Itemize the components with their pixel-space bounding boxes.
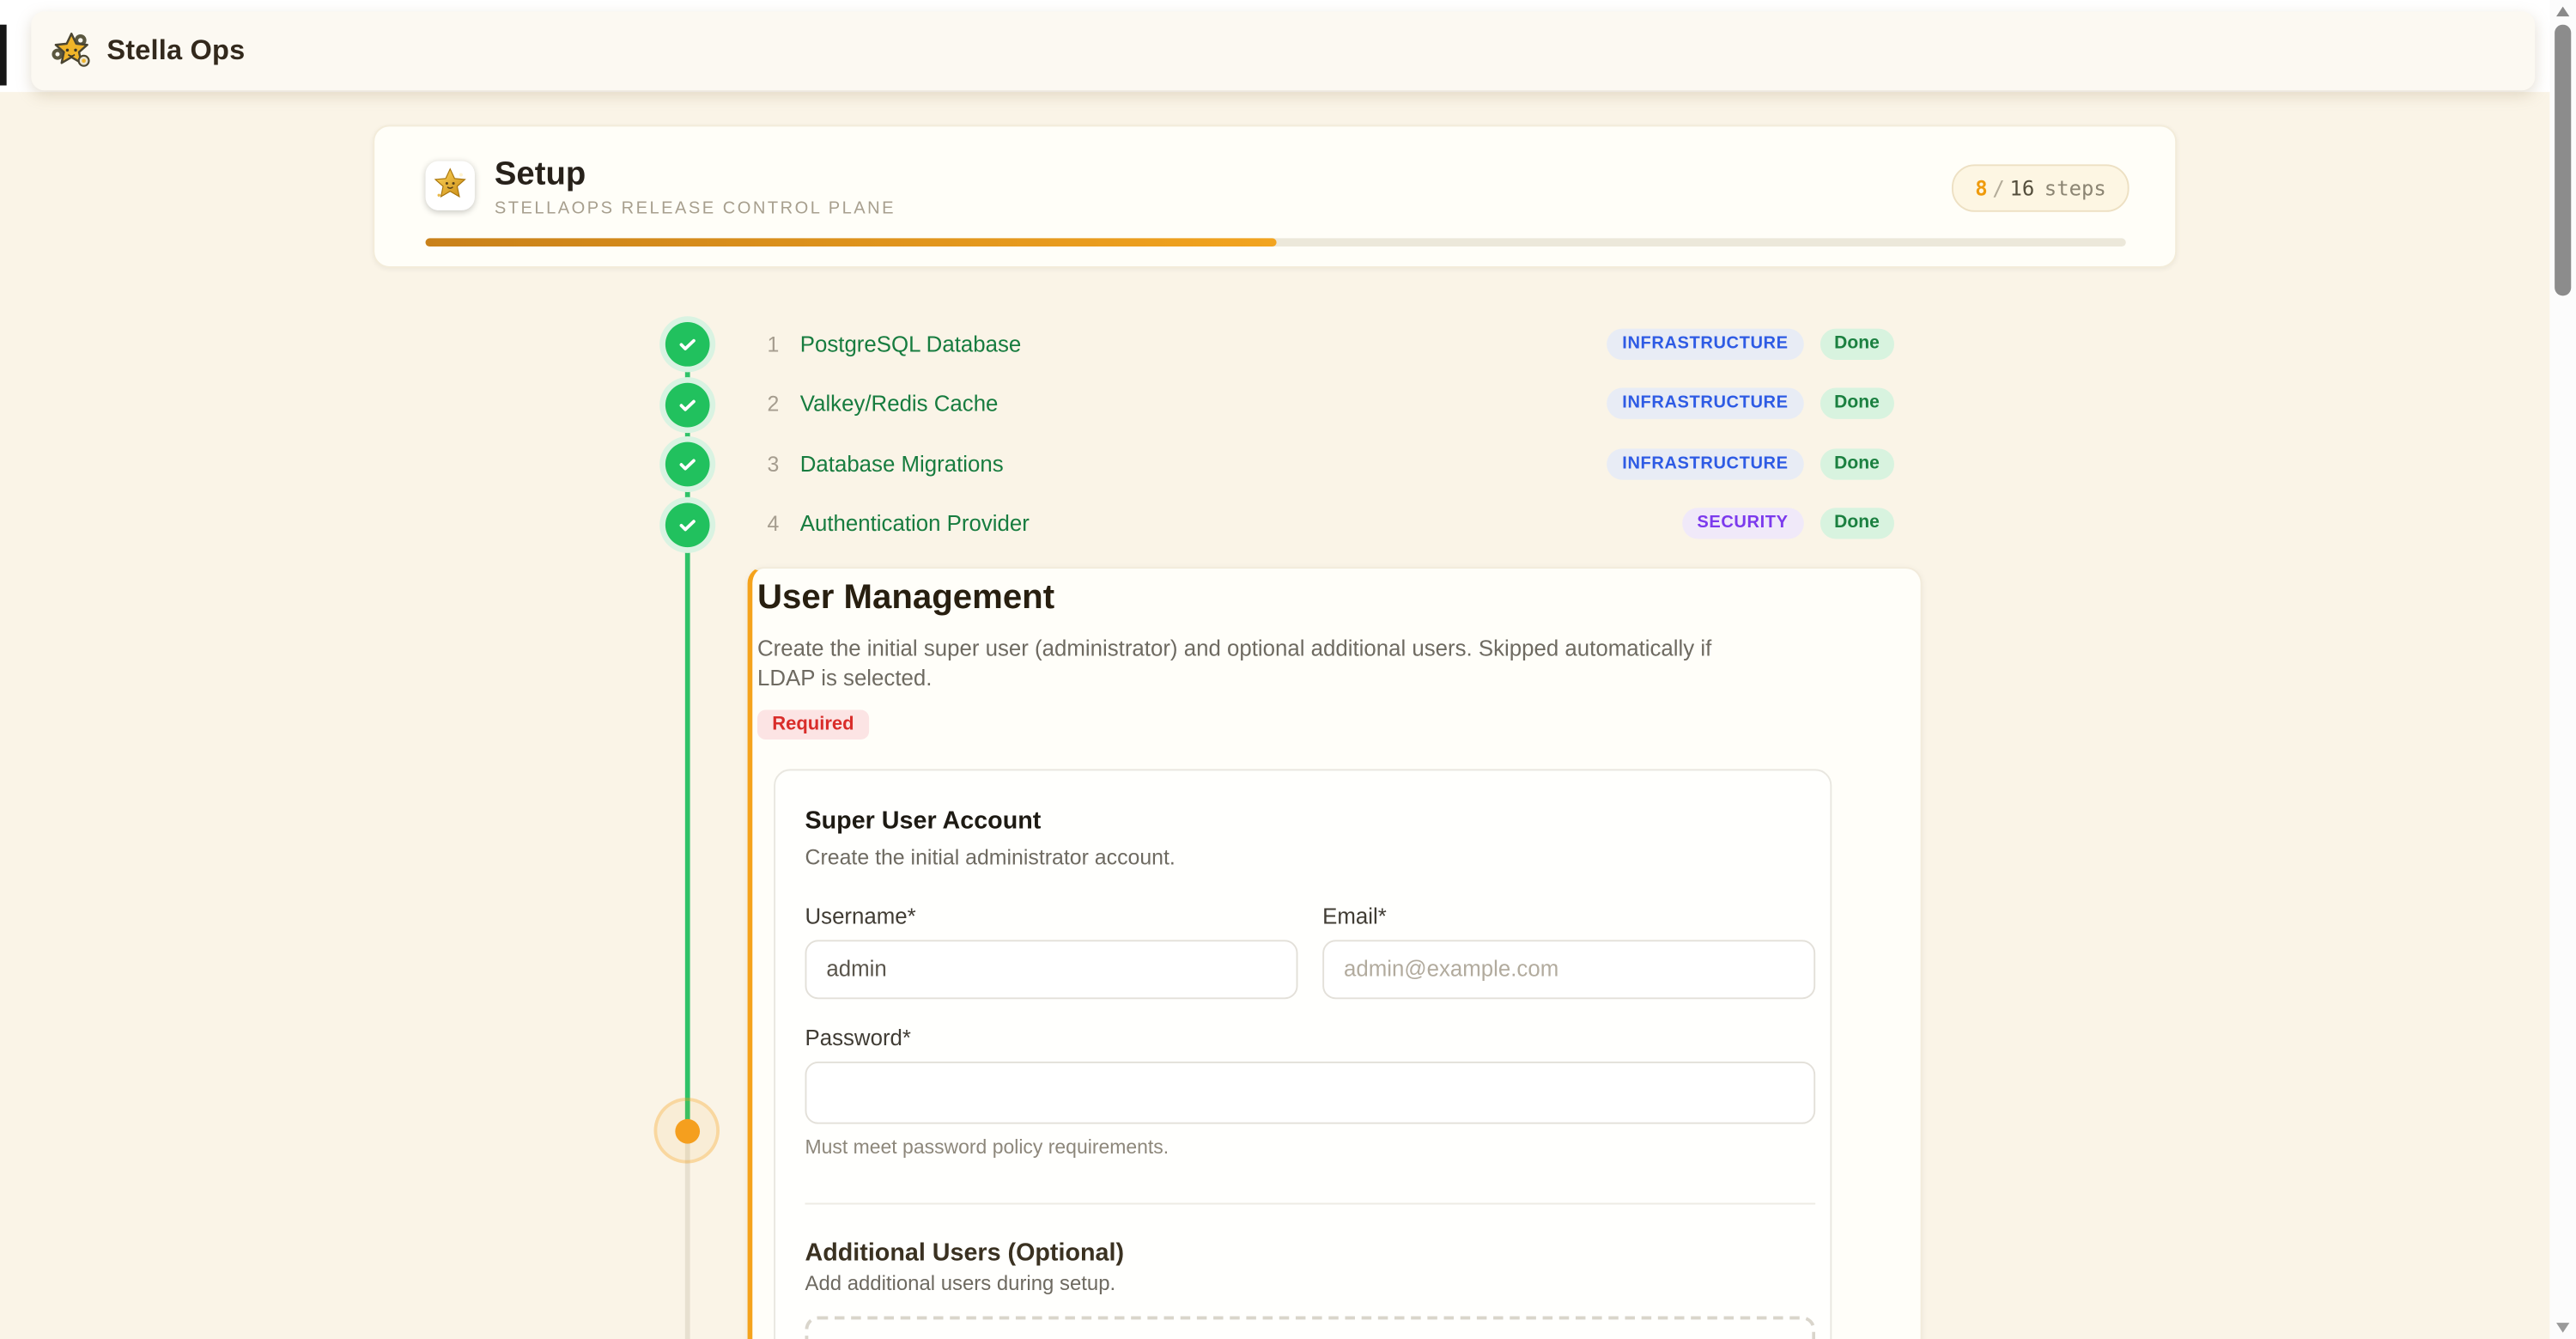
section-divider <box>805 1202 1816 1204</box>
step-check-icon <box>665 442 710 487</box>
step-title: Valkey/Redis Cache <box>800 391 999 416</box>
step-category-badge: SECURITY <box>1682 508 1803 539</box>
setup-progress-fill <box>426 238 1276 246</box>
additional-users-description: Add additional users during setup. <box>805 1271 1816 1294</box>
setup-star-icon <box>426 161 475 210</box>
step-number: 2 <box>767 391 780 416</box>
page-title: Setup <box>495 156 896 192</box>
password-field-group: Password* Must meet password policy requ… <box>805 1025 1816 1158</box>
step-check-icon <box>665 322 710 367</box>
required-badge: Required <box>757 709 869 739</box>
step-title: PostgreSQL Database <box>800 332 1021 356</box>
setup-progress-bar <box>426 238 2126 246</box>
stellaops-logo-icon <box>49 28 94 73</box>
current-step-dot <box>675 1119 700 1144</box>
setup-header-card: Setup STELLAOPS RELEASE CONTROL PLANE 8 … <box>373 125 2177 267</box>
step-number: 3 <box>767 451 780 476</box>
page-subtitle: STELLAOPS RELEASE CONTROL PLANE <box>495 199 896 219</box>
username-label: Username* <box>805 904 1298 928</box>
steps-total-count: 16 <box>2009 176 2034 201</box>
additional-users-title: Additional Users (Optional) <box>805 1239 1816 1267</box>
step-title: Authentication Provider <box>800 511 1030 536</box>
steps-word: steps <box>2044 176 2106 201</box>
step-number: 4 <box>767 511 780 536</box>
step-check-icon <box>665 502 710 547</box>
super-user-field-grid: Username* Email* <box>805 904 1816 999</box>
step-category-badge: INFRASTRUCTURE <box>1607 447 1803 478</box>
email-field-group: Email* <box>1322 904 1815 999</box>
step-row-auth-provider[interactable]: 4 Authentication Provider SECURITY Done <box>767 502 1894 545</box>
steps-count-divider: / <box>1992 176 2004 201</box>
password-hint: Must meet password policy requirements. <box>805 1135 1816 1158</box>
header-title-block: Setup STELLAOPS RELEASE CONTROL PLANE <box>495 156 896 219</box>
step-row-postgresql[interactable]: 1 PostgreSQL Database INFRASTRUCTURE Don… <box>767 322 1894 365</box>
email-label: Email* <box>1322 904 1815 928</box>
step-row-valkey-redis[interactable]: 2 Valkey/Redis Cache INFRASTRUCTURE Done <box>767 382 1894 425</box>
navbar: Stella Ops <box>31 11 2535 90</box>
add-another-user-button[interactable]: + Add Another User <box>805 1316 1816 1339</box>
step-status-badge: Done <box>1820 447 1894 478</box>
step-row-db-migrations[interactable]: 3 Database Migrations INFRASTRUCTURE Don… <box>767 442 1894 485</box>
scrollbar-down-icon[interactable] <box>2556 1323 2569 1332</box>
scrollbar-thumb[interactable] <box>2555 25 2571 296</box>
username-field-group: Username* <box>805 904 1298 999</box>
email-input[interactable] <box>1322 940 1815 999</box>
step-check-icon <box>665 382 710 427</box>
step-status-badge: Done <box>1820 508 1894 539</box>
super-user-title: Super User Account <box>805 806 1816 835</box>
step-number: 1 <box>767 332 780 356</box>
password-input[interactable] <box>805 1061 1816 1123</box>
setup-page: Stella Ops Setup STELLAOPS RELEASE CONTR… <box>0 0 2576 1339</box>
steps-completed-count: 8 <box>1975 176 1987 201</box>
steps-count-badge: 8 / 16 steps <box>1952 164 2129 211</box>
step-category-badge: INFRASTRUCTURE <box>1607 328 1803 359</box>
panel-title: User Management <box>757 575 1881 622</box>
step-title: Database Migrations <box>800 451 1004 476</box>
step-status-badge: Done <box>1820 388 1894 419</box>
brand-title: Stella Ops <box>106 34 245 67</box>
password-label: Password* <box>805 1025 1816 1050</box>
step-category-badge: INFRASTRUCTURE <box>1607 388 1803 419</box>
scrollbar-track[interactable] <box>2549 0 2576 1339</box>
user-management-panel: User Management Create the initial super… <box>748 567 1923 1339</box>
super-user-description: Create the initial administrator account… <box>805 844 1816 869</box>
window-edge-artifact <box>0 25 7 86</box>
super-user-card: Super User Account Create the initial ad… <box>774 769 1832 1339</box>
panel-description: Create the initial super user (administr… <box>757 635 1716 693</box>
username-input[interactable] <box>805 940 1298 999</box>
step-status-badge: Done <box>1820 328 1894 359</box>
scrollbar-up-icon[interactable] <box>2556 7 2569 16</box>
